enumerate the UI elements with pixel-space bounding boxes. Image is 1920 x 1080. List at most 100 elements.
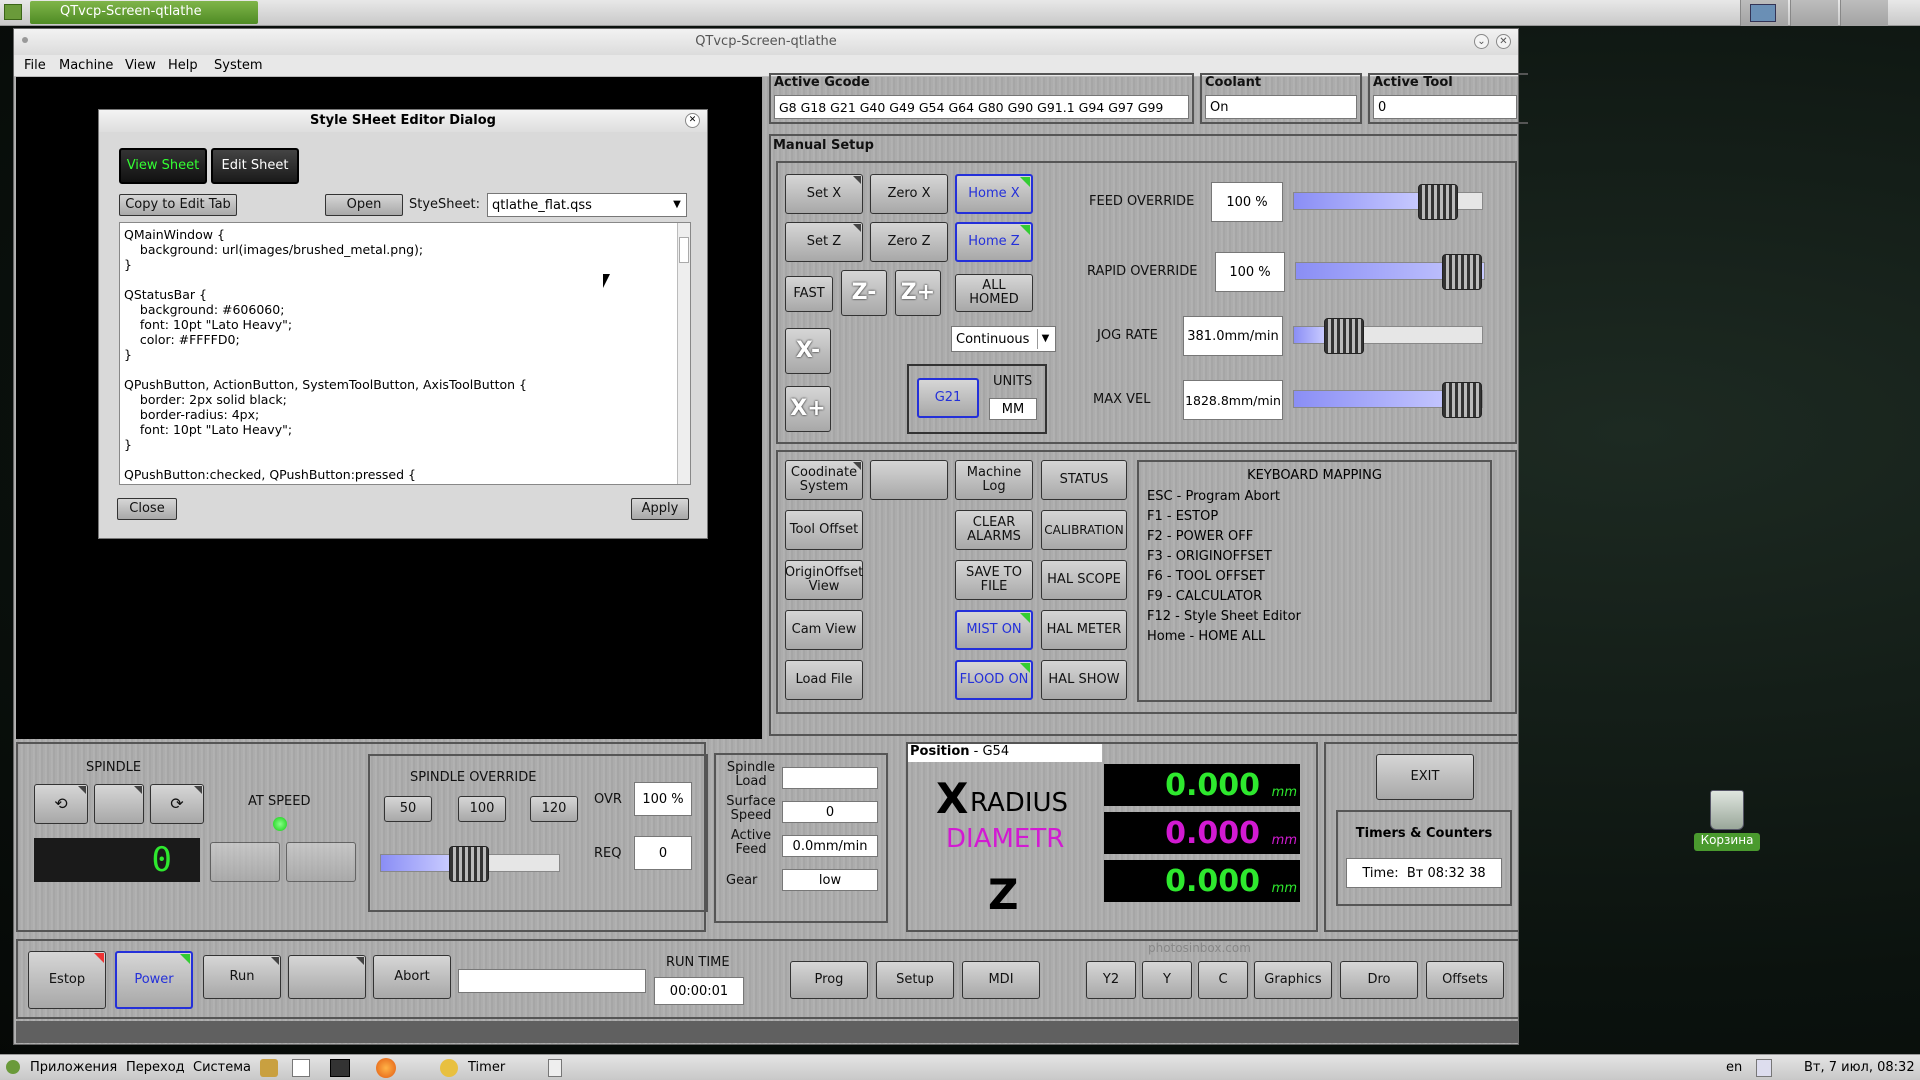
hal-show-button[interactable]: HAL SHOW (1041, 660, 1127, 700)
mdi-tab-button[interactable]: MDI (962, 961, 1040, 999)
taskbar-go-menu[interactable]: Переход (126, 1060, 185, 1075)
open-button[interactable]: Open (325, 194, 403, 216)
save-to-file-button[interactable]: SAVE TO FILE (955, 560, 1033, 600)
run-button[interactable]: Run (203, 955, 281, 999)
workspace-icon[interactable] (1750, 4, 1776, 22)
menu-view[interactable]: View (125, 58, 156, 73)
jog-mode-select[interactable]: Continuous ▼ (951, 326, 1056, 352)
trash-label[interactable]: Корзина (1694, 833, 1760, 851)
text-editor-icon[interactable] (292, 1059, 310, 1077)
mist-on-button[interactable]: MIST ON (955, 610, 1033, 650)
taskbar-system-menu[interactable]: Система (193, 1060, 251, 1075)
z-plus-button[interactable]: Z+ (895, 270, 941, 316)
stylesheet-text-view[interactable]: QMainWindow { background: url(images/bru… (119, 222, 691, 485)
estop-button[interactable]: Estop (28, 951, 106, 1009)
chevron-down-icon[interactable]: ▼ (670, 196, 684, 214)
abort-button[interactable]: Abort (373, 955, 451, 999)
minimize-icon[interactable]: ⌄ (1474, 34, 1489, 49)
y2-button[interactable]: Y2 (1086, 961, 1136, 999)
taskbar-apps-menu[interactable]: Приложения (30, 1060, 117, 1075)
c-button[interactable]: C (1198, 961, 1248, 999)
prog-tab-button[interactable]: Prog (790, 961, 868, 999)
set-z-button[interactable]: Set Z (785, 222, 863, 262)
coordinate-system-button[interactable]: Coodinate System (785, 460, 863, 500)
close-icon[interactable]: ✕ (1496, 34, 1511, 49)
hal-scope-button[interactable]: HAL SCOPE (1041, 560, 1127, 600)
dro-button[interactable]: Dro (1340, 961, 1418, 999)
taskbar-active-window[interactable]: QTvcp-Screen-qtlathe (30, 1, 258, 24)
window-list-icon[interactable] (548, 1059, 562, 1077)
menu-file[interactable]: File (24, 58, 46, 73)
menu-help[interactable]: Help (168, 58, 198, 73)
editor-scrollbar[interactable] (677, 223, 690, 484)
feed-override-slider[interactable] (1293, 184, 1483, 220)
tray-slot[interactable] (1840, 0, 1888, 26)
flood-on-button[interactable]: FLOOD ON (955, 660, 1033, 700)
offsets-button[interactable]: Offsets (1426, 961, 1504, 999)
all-homed-button[interactable]: ALL HOMED (955, 274, 1033, 312)
menu-logo-icon[interactable] (6, 1060, 20, 1074)
slider-handle[interactable] (449, 846, 489, 882)
timer-label[interactable]: Timer (468, 1060, 505, 1075)
edit-sheet-tab[interactable]: Edit Sheet (211, 148, 299, 184)
blank-button[interactable] (870, 460, 948, 500)
timer-icon[interactable] (440, 1059, 458, 1077)
slider-handle[interactable] (1418, 184, 1458, 220)
clear-alarms-button[interactable]: CLEAR ALARMS (955, 510, 1033, 550)
power-button[interactable]: Power (115, 951, 193, 1009)
x-plus-button[interactable]: X+ (785, 386, 831, 432)
pause-button[interactable] (288, 955, 366, 999)
menu-system[interactable]: System (214, 58, 262, 73)
spindle-100-button[interactable]: 100 (458, 796, 506, 822)
exit-button[interactable]: EXIT (1376, 754, 1474, 800)
spindle-forward-icon[interactable]: ⟳ (150, 784, 204, 824)
hal-meter-button[interactable]: HAL METER (1041, 610, 1127, 650)
spindle-aux-button[interactable] (210, 842, 280, 882)
browser-icon[interactable] (376, 1058, 396, 1078)
status-button[interactable]: STATUS (1041, 460, 1127, 500)
home-z-button[interactable]: Home Z (955, 222, 1033, 262)
spindle-120-button[interactable]: 120 (530, 796, 578, 822)
calibration-button[interactable]: CALIBRATION (1041, 510, 1127, 550)
origin-offset-view-button[interactable]: OriginOffset View (785, 560, 863, 600)
spindle-reverse-icon[interactable]: ⟲ (34, 784, 88, 824)
view-sheet-tab[interactable]: View Sheet (119, 148, 207, 184)
set-x-button[interactable]: Set X (785, 174, 863, 214)
network-icon[interactable] (1756, 1059, 1772, 1077)
max-vel-slider[interactable] (1293, 382, 1483, 418)
scrollbar-thumb[interactable] (679, 237, 689, 263)
terminal-icon[interactable] (330, 1059, 350, 1077)
spindle-stop-button[interactable] (94, 784, 144, 824)
home-x-button[interactable]: Home X (955, 174, 1033, 214)
setup-tab-button[interactable]: Setup (876, 961, 954, 999)
copy-to-edit-button[interactable]: Copy to Edit Tab (119, 194, 237, 216)
g21-button[interactable]: G21 (917, 378, 979, 418)
keyboard-layout[interactable]: en (1726, 1060, 1742, 1075)
dialog-close-icon[interactable]: ✕ (685, 113, 700, 128)
x-minus-button[interactable]: X- (785, 328, 831, 374)
spindle-override-slider[interactable] (380, 846, 560, 882)
spindle-50-button[interactable]: 50 (384, 796, 432, 822)
launcher-icon[interactable] (260, 1059, 278, 1077)
spindle-aux-button[interactable] (286, 842, 356, 882)
taskbar-clock[interactable]: Вт, 7 июл, 08:32 (1804, 1060, 1915, 1075)
apply-button[interactable]: Apply (631, 498, 689, 520)
load-file-button[interactable]: Load File (785, 660, 863, 700)
slider-handle[interactable] (1324, 318, 1364, 354)
zero-z-button[interactable]: Zero Z (870, 222, 948, 262)
slider-handle[interactable] (1442, 382, 1482, 418)
y-button[interactable]: Y (1142, 961, 1192, 999)
cam-view-button[interactable]: Cam View (785, 610, 863, 650)
close-button[interactable]: Close (117, 498, 177, 520)
rapid-override-slider[interactable] (1295, 254, 1485, 290)
tool-offset-button[interactable]: Tool Offset (785, 510, 863, 550)
machine-log-button[interactable]: Machine Log (955, 460, 1033, 500)
tray-slot[interactable] (1790, 0, 1838, 26)
chevron-down-icon[interactable]: ▼ (1037, 329, 1053, 349)
fast-button[interactable]: FAST (785, 276, 833, 312)
trash-icon[interactable] (1710, 790, 1744, 830)
stylesheet-select[interactable]: qtlathe_flat.qss ▼ (487, 193, 687, 217)
window-menu-icon[interactable] (22, 37, 28, 43)
z-minus-button[interactable]: Z- (841, 270, 887, 316)
graphics-button[interactable]: Graphics (1254, 961, 1332, 999)
